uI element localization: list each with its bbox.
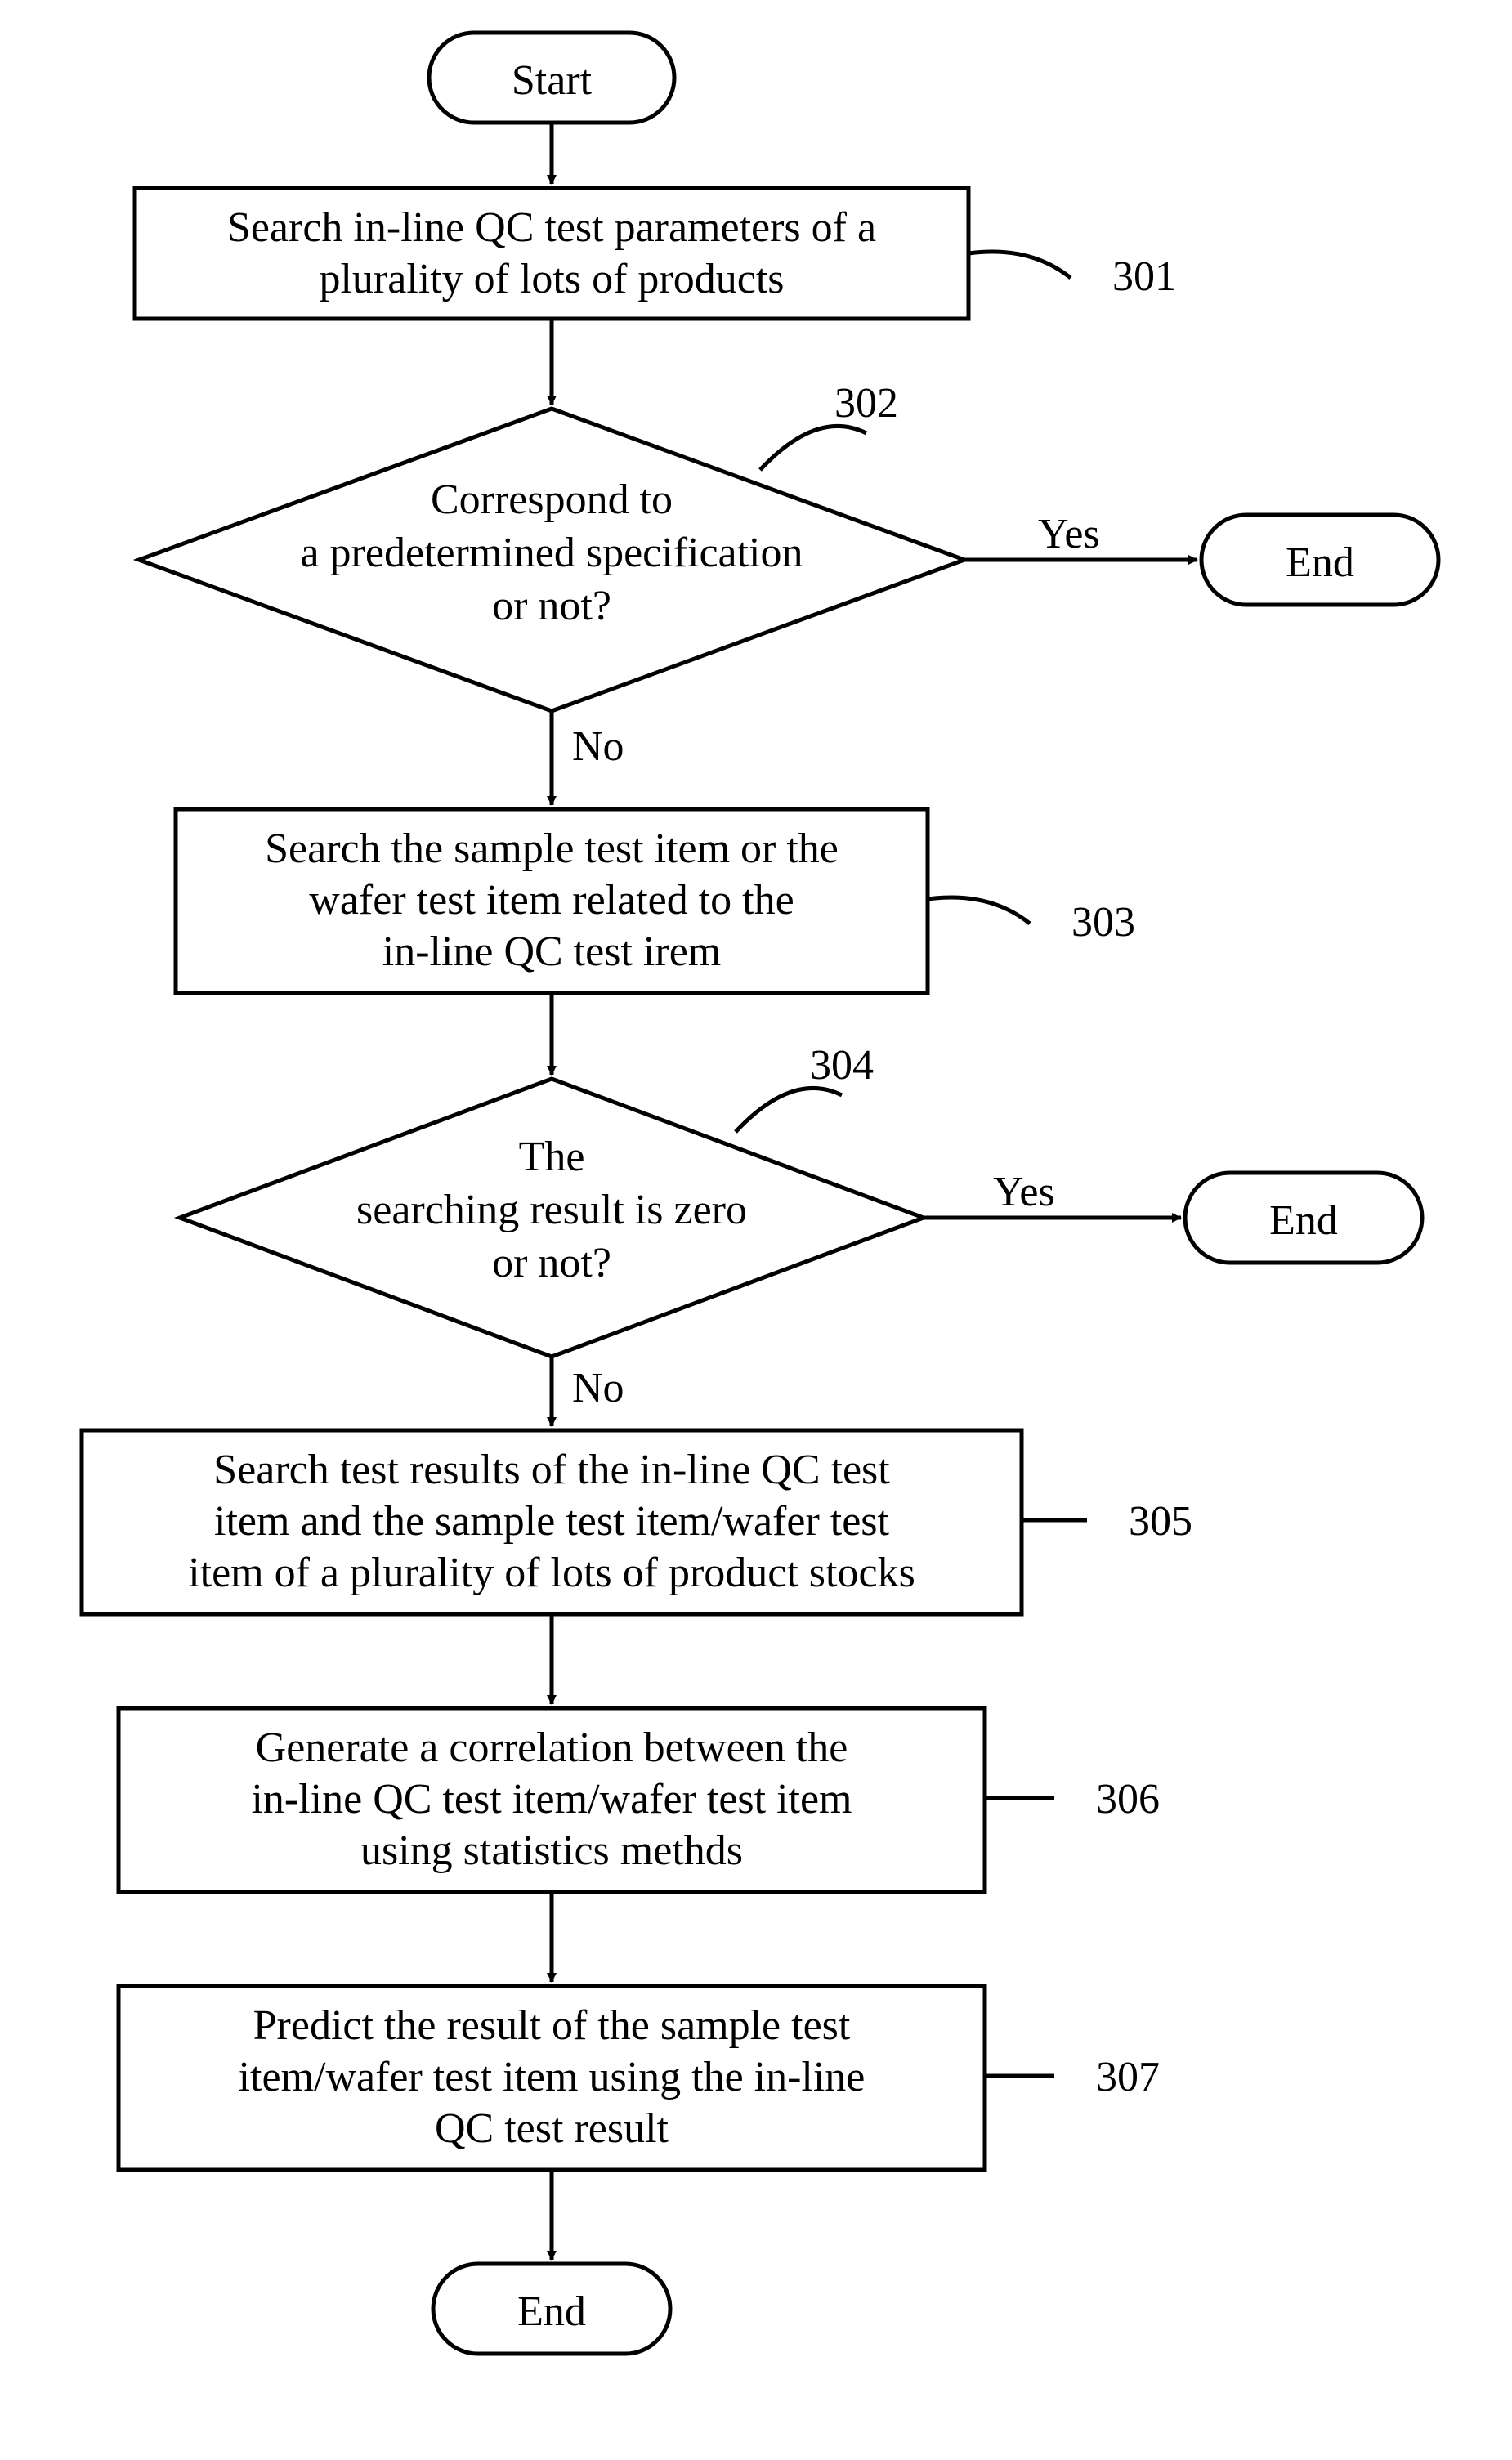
step-306-line3: using statistics methds [360, 1827, 743, 1874]
step-307-line2: item/wafer test item using the in-line [239, 2054, 866, 2100]
step-303-line2: wafer test item related to the [309, 877, 794, 924]
end-302-label: End [1286, 539, 1354, 586]
ref-303: 303 [1071, 899, 1135, 946]
dec-304-yes: Yes [993, 1169, 1055, 1215]
ref-302: 302 [834, 380, 898, 427]
ref-304: 304 [810, 1042, 874, 1089]
decision-302: Correspond to a predetermined specificat… [139, 409, 964, 711]
ref-306: 306 [1096, 1776, 1160, 1823]
dec-302-yes: Yes [1038, 511, 1100, 557]
step-303-line3: in-line QC test irem [382, 928, 721, 975]
dec-302-no: No [572, 723, 624, 770]
start-terminator: Start [429, 33, 674, 123]
ref-301: 301 [1112, 253, 1176, 300]
step-303: Search the sample test item or the wafer… [176, 809, 928, 993]
step-306: Generate a correlation between the in-li… [119, 1708, 985, 1892]
dec-304-line1: The [519, 1134, 585, 1180]
step-307: Predict the result of the sample test it… [119, 1986, 985, 2170]
step-307-line1: Predict the result of the sample test [253, 2002, 851, 2049]
end-final-terminator: End [433, 2264, 670, 2354]
dec-304-line3: or not? [492, 1240, 611, 1286]
ref-305: 305 [1129, 1498, 1192, 1545]
step-301: Search in-line QC test parameters of a p… [135, 188, 968, 319]
end-304-label: End [1269, 1197, 1338, 1244]
step-305-line1: Search test results of the in-line QC te… [213, 1447, 890, 1493]
step-306-line1: Generate a correlation between the [256, 1724, 848, 1771]
step-305-line3: item of a plurality of lots of product s… [188, 1550, 915, 1596]
end-final-label: End [517, 2288, 586, 2335]
step-306-line2: in-line QC test item/wafer test item [251, 1776, 852, 1823]
dec-302-line2: a predetermined specification [300, 530, 803, 576]
end-304-terminator: End [1185, 1173, 1422, 1263]
dec-304-no: No [572, 1365, 624, 1411]
step-305: Search test results of the in-line QC te… [82, 1430, 1022, 1614]
start-label: Start [512, 57, 593, 104]
end-302-terminator: End [1201, 515, 1438, 605]
step-301-line2: plurality of lots of products [319, 256, 784, 302]
dec-302-line3: or not? [492, 583, 611, 629]
step-303-line1: Search the sample test item or the [265, 825, 839, 872]
decision-304: The searching result is zero or not? [180, 1079, 924, 1357]
flowchart-svg: Start Search in-line QC test parameters … [0, 0, 1512, 2460]
step-307-line3: QC test result [435, 2105, 669, 2152]
ref-307: 307 [1096, 2054, 1160, 2100]
step-301-line1: Search in-line QC test parameters of a [227, 204, 876, 251]
step-305-line2: item and the sample test item/wafer test [214, 1498, 890, 1545]
dec-302-line1: Correspond to [431, 476, 673, 523]
dec-304-line2: searching result is zero [356, 1187, 747, 1233]
